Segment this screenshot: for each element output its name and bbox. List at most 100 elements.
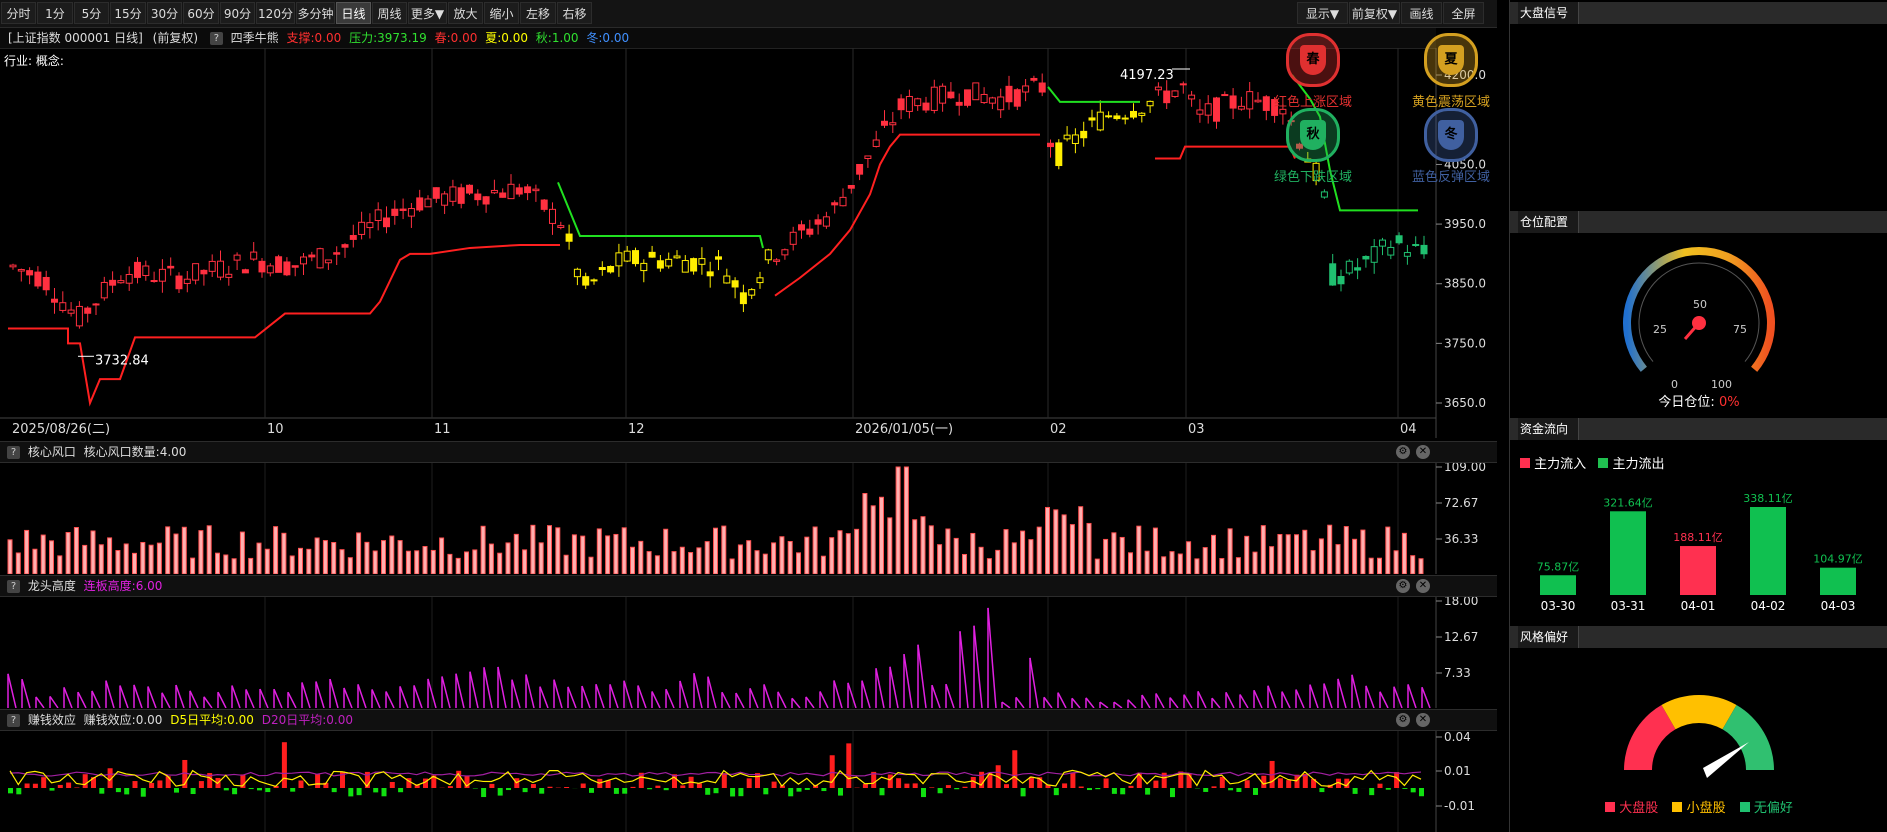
candle-body bbox=[490, 189, 498, 194]
season-label: 蓝色反弹区域 bbox=[1411, 170, 1490, 185]
right-panel: 大盘信号 春红色上涨区域夏黄色震荡区域秋绿色下跌区域冬蓝色反弹区域 仓位配置 0… bbox=[1274, 0, 1887, 832]
gear-icon[interactable]: ⚙ bbox=[1396, 713, 1410, 727]
panel3-d5: D5日平均:0.00 bbox=[170, 713, 254, 727]
toolbar-btn-6[interactable]: 90分 bbox=[220, 2, 255, 24]
p1-bar bbox=[1252, 551, 1258, 574]
candle-body bbox=[1121, 117, 1129, 120]
toolbar-btn-7[interactable]: 120分 bbox=[256, 2, 295, 24]
p1-bar bbox=[1086, 522, 1092, 574]
flow-date: 04-01 bbox=[1681, 599, 1716, 613]
p3-bar bbox=[954, 788, 960, 790]
p1-bar bbox=[1235, 557, 1241, 574]
p3-bar bbox=[381, 788, 387, 797]
p1-bar bbox=[1194, 558, 1200, 574]
p3-bar bbox=[1111, 788, 1117, 794]
p1-bar bbox=[49, 540, 54, 574]
toolbar-btn-10[interactable]: 周线 bbox=[372, 2, 407, 24]
p1-bar bbox=[298, 547, 303, 574]
candle-body bbox=[914, 98, 922, 107]
style-header: 风格偏好 bbox=[1510, 626, 1887, 648]
toolbar-btn-15[interactable]: 右移 bbox=[557, 2, 592, 24]
p1-bar bbox=[522, 549, 528, 574]
toolbar-btn-9[interactable]: 日线 bbox=[336, 2, 371, 24]
p1-bar bbox=[414, 550, 420, 574]
p1-bar bbox=[356, 532, 362, 574]
date-tick: 2026/01/05(一) bbox=[855, 422, 953, 437]
p3-bar bbox=[647, 788, 653, 790]
help-icon[interactable]: ? bbox=[209, 32, 223, 45]
close-icon[interactable]: ✕ bbox=[1416, 713, 1430, 727]
p1-bar bbox=[322, 540, 328, 574]
close-icon[interactable]: ✕ bbox=[1416, 579, 1430, 593]
toolbar-btn-11[interactable]: 更多▼ bbox=[408, 2, 447, 24]
p3-bar bbox=[1286, 780, 1292, 788]
p1-bar bbox=[73, 527, 79, 574]
gear-icon[interactable]: ⚙ bbox=[1396, 445, 1410, 459]
p3-bar bbox=[398, 788, 404, 793]
candle-body bbox=[349, 235, 357, 240]
p1-bar bbox=[7, 539, 13, 574]
gear-icon[interactable]: ⚙ bbox=[1396, 579, 1410, 593]
p1-bar bbox=[439, 537, 445, 574]
candle-body bbox=[192, 263, 200, 281]
p3-bar bbox=[1053, 788, 1059, 796]
help-icon[interactable]: ? bbox=[7, 714, 20, 727]
help-icon[interactable]: ? bbox=[7, 580, 20, 593]
p1-bar bbox=[1352, 538, 1358, 574]
candle-body bbox=[756, 277, 764, 284]
p1-bar bbox=[1410, 555, 1416, 574]
p3-bar bbox=[132, 781, 138, 788]
toolbar-btn-0[interactable]: 分时 bbox=[1, 2, 36, 24]
p1-bar bbox=[555, 527, 561, 574]
p1-bar bbox=[779, 536, 785, 574]
toolbar-btn-3[interactable]: 15分 bbox=[110, 2, 146, 24]
p1-bar bbox=[464, 551, 469, 574]
p3-bar bbox=[1377, 783, 1383, 788]
toolbar-btn-5[interactable]: 60分 bbox=[183, 2, 219, 24]
help-icon[interactable]: ? bbox=[7, 446, 20, 459]
toolbar-btn-4[interactable]: 30分 bbox=[147, 2, 182, 24]
candle-body bbox=[416, 197, 424, 211]
candle-body bbox=[922, 102, 930, 111]
toolbar-btn-13[interactable]: 缩小 bbox=[484, 2, 519, 24]
p3-bar bbox=[771, 781, 777, 788]
p3-bar bbox=[829, 755, 835, 788]
candle-body bbox=[109, 279, 117, 286]
panel2-label: 龙头高度 bbox=[27, 579, 76, 593]
p1-bar bbox=[1003, 529, 1009, 574]
p3-bar bbox=[821, 788, 827, 792]
toolbar-right-btn-1[interactable]: 前复权▼ bbox=[1349, 2, 1400, 24]
toolbar-right-btn-2[interactable]: 画线 bbox=[1401, 2, 1442, 24]
candle-body bbox=[798, 224, 805, 231]
panel-tick: 12.67 bbox=[1444, 630, 1478, 644]
gauge-tick: 0 bbox=[1671, 378, 1678, 391]
p3-bar bbox=[99, 788, 105, 794]
candle-body bbox=[980, 93, 988, 104]
p1-bar bbox=[430, 549, 436, 574]
candle-body bbox=[391, 208, 399, 216]
toolbar-btn-1[interactable]: 1分 bbox=[37, 2, 73, 24]
style-legend-none: 无偏好 bbox=[1753, 801, 1793, 816]
toolbar-btn-8[interactable]: 多分钟 bbox=[296, 2, 335, 24]
p1-bar bbox=[1294, 534, 1299, 574]
toolbar-right-btn-3[interactable]: 全屏 bbox=[1443, 2, 1484, 24]
candle-body bbox=[407, 208, 415, 217]
toolbar-btn-2[interactable]: 5分 bbox=[74, 2, 109, 24]
close-icon[interactable]: ✕ bbox=[1416, 445, 1430, 459]
toolbar-btn-14[interactable]: 左移 bbox=[520, 2, 556, 24]
p1-bar bbox=[1119, 536, 1125, 574]
p3-bar bbox=[738, 788, 744, 797]
p3-bar bbox=[1319, 788, 1325, 793]
p1-bar bbox=[713, 527, 718, 574]
p3-bar bbox=[804, 788, 810, 790]
p1-bar bbox=[372, 550, 378, 574]
p1-bar bbox=[887, 517, 893, 574]
p3-bar bbox=[1211, 786, 1217, 788]
toolbar-right-btn-0[interactable]: 显示▼ bbox=[1297, 2, 1348, 24]
p3-bar bbox=[564, 787, 570, 788]
toolbar-btn-12[interactable]: 放大 bbox=[448, 2, 483, 24]
chart-info-bar: [上证指数 000001 日线] (前复权) ? 四季牛熊 支撑:0.00 压力… bbox=[0, 28, 1436, 49]
candle-body bbox=[1337, 276, 1345, 285]
candle-body bbox=[125, 274, 133, 284]
date-tick: 03 bbox=[1188, 422, 1205, 437]
